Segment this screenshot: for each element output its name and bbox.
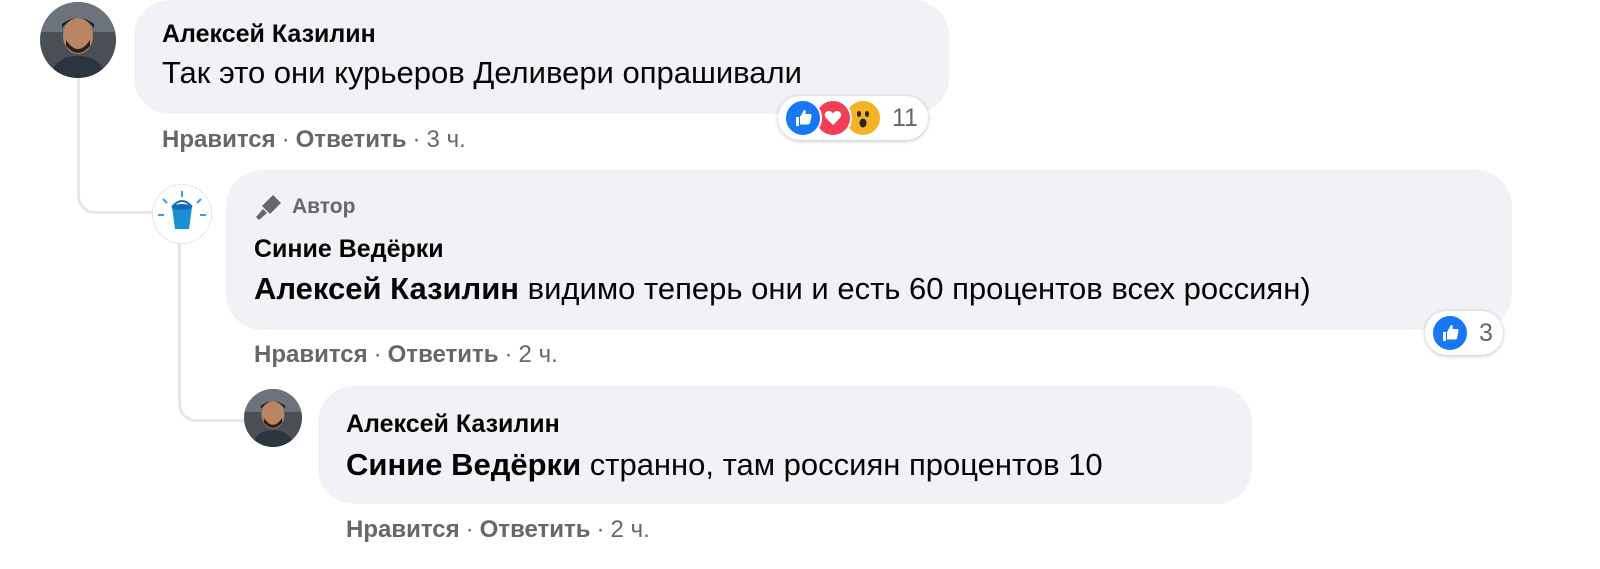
avatar-sinie-vedyorki[interactable] <box>152 184 212 244</box>
like-button[interactable]: Нравится <box>162 126 276 153</box>
comment-text-3: Синие Ведёрки странно, там россиян проце… <box>346 447 1103 483</box>
reaction-count: 3 <box>1479 318 1493 347</box>
comment-text-2: Алексей Казилин видимо теперь они и есть… <box>254 271 1311 307</box>
like-button[interactable]: Нравится <box>346 516 460 543</box>
comment-author[interactable]: Синие Ведёрки <box>254 235 444 264</box>
comment-author[interactable]: Алексей Казилин <box>346 410 560 439</box>
reactions-summary-2[interactable]: 3 <box>1425 311 1503 355</box>
mention-link[interactable]: Синие Ведёрки <box>346 447 581 482</box>
comment-actions-3: Нравится · Ответить · 2 ч. <box>346 516 650 543</box>
comment-text: странно, там россиян процентов 10 <box>581 447 1103 482</box>
comment-actions-1: Нравится · Ответить · 3 ч. <box>162 126 466 153</box>
comment-text: Так это они курьеров Деливери опрашивали <box>162 55 802 90</box>
comment-timestamp[interactable]: 2 ч. <box>519 341 558 368</box>
reply-button[interactable]: Ответить <box>296 126 407 153</box>
avatar-aleksey-1[interactable] <box>40 2 116 78</box>
avatar-aleksey-2[interactable] <box>244 389 302 447</box>
comment-actions-2: Нравится · Ответить · 2 ч. <box>254 341 558 368</box>
comment-timestamp[interactable]: 3 ч. <box>427 126 466 153</box>
comment-bubble-2: Автор Синие Ведёрки Алексей Казилин види… <box>226 170 1512 330</box>
comment-bubble-3: Алексей Казилин Синие Ведёрки странно, т… <box>318 386 1252 504</box>
comment-text: видимо теперь они и есть 60 процентов вс… <box>519 271 1311 306</box>
mention-link[interactable]: Алексей Казилин <box>254 271 519 306</box>
like-icon <box>1431 314 1469 352</box>
reaction-count: 11 <box>892 103 918 132</box>
author-badge: Автор <box>254 192 355 222</box>
user-photo-icon <box>244 389 302 447</box>
blue-bucket-logo-icon <box>158 191 206 229</box>
comment-timestamp[interactable]: 2 ч. <box>611 516 650 543</box>
reactions-summary-1[interactable]: 11 <box>778 96 928 140</box>
user-photo-icon <box>40 2 116 78</box>
like-button[interactable]: Нравится <box>254 341 368 368</box>
author-badge-label: Автор <box>292 195 356 218</box>
microphone-icon <box>256 195 281 220</box>
like-icon <box>784 99 822 137</box>
reply-button[interactable]: Ответить <box>388 341 499 368</box>
reply-button[interactable]: Ответить <box>480 516 591 543</box>
comment-author[interactable]: Алексей Казилин <box>162 20 376 49</box>
